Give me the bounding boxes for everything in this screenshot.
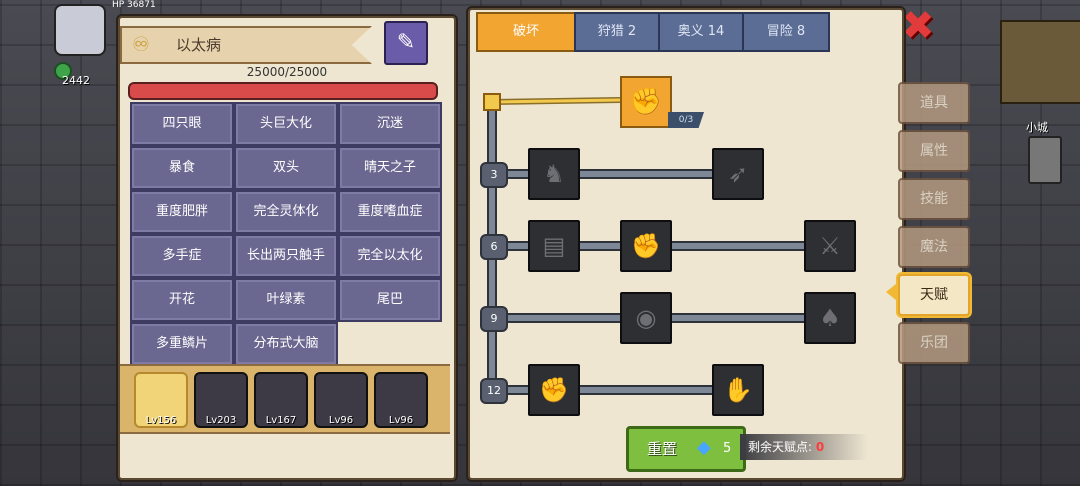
tier-level-4: 12 xyxy=(480,378,508,404)
party-member-level: Lv96 xyxy=(388,415,414,426)
syringe-icon[interactable]: ✎ xyxy=(384,21,428,65)
side-tab-menu[interactable]: 乐团 xyxy=(898,322,970,364)
mutation-item[interactable]: 完全灵体化 xyxy=(234,190,338,234)
party-member[interactable]: Lv167 xyxy=(254,372,308,428)
talent-node-bat[interactable]: ♠ xyxy=(804,292,856,344)
mutation-item[interactable]: 沉迷 xyxy=(338,102,442,146)
blade-icon: ⚔ xyxy=(819,232,841,260)
side-tab-menu[interactable]: 道具 xyxy=(898,82,970,124)
talent-node-fist-raise[interactable]: ✊ xyxy=(528,364,580,416)
mutation-item[interactable]: 多手症 xyxy=(130,234,234,278)
party-member[interactable]: Lv96 xyxy=(374,372,428,428)
party-bar: Lv156 Lv203 Lv167 Lv96 Lv96 xyxy=(120,364,450,434)
minimap-town-label: 小城 xyxy=(1026,121,1048,134)
mutation-item[interactable]: 晴天之子 xyxy=(338,146,442,190)
mutation-item[interactable]: 完全以太化 xyxy=(338,234,442,278)
talent-node-shield[interactable]: ▤ xyxy=(528,220,580,272)
mutation-item[interactable]: 四只眼 xyxy=(130,102,234,146)
mutation-item[interactable]: 双头 xyxy=(234,146,338,190)
talent-root-count: 0/3 xyxy=(668,112,704,128)
party-member-level: Lv96 xyxy=(328,415,354,426)
hp-text: 25000/25000 xyxy=(246,65,328,79)
party-member-level: Lv156 xyxy=(145,415,177,426)
tier-level-1: 3 xyxy=(480,162,508,188)
mutation-item[interactable]: 分布式大脑 xyxy=(234,322,338,366)
disease-name: 以太病 xyxy=(176,36,222,54)
muscle-icon: ♞ xyxy=(543,160,565,188)
mutation-item[interactable]: 叶绿素 xyxy=(234,278,338,322)
party-member-level: Lv203 xyxy=(205,415,237,426)
dash-icon: ➶ xyxy=(727,160,749,188)
party-member[interactable]: Lv203 xyxy=(194,372,248,428)
mutation-item[interactable]: 尾巴 xyxy=(338,278,442,322)
player-hp-label: HP 36871 xyxy=(112,0,156,10)
remaining-value: 0 xyxy=(815,440,825,454)
player-avatar[interactable] xyxy=(54,4,106,56)
talent-node-fist-punch[interactable]: ✊ xyxy=(620,220,672,272)
party-member-level: Lv167 xyxy=(265,415,297,426)
character-panel: ♾ 以太病 ✎ 25000/25000 四只眼 头巨大化 沉迷暴食 双头 晴天之子重度肥… xyxy=(118,16,456,480)
tier-level-3: 9 xyxy=(480,306,508,332)
side-tab-menu[interactable]: 天赋 xyxy=(898,274,970,316)
mutation-item[interactable]: 长出两只触手 xyxy=(234,234,338,278)
talent-node-dash[interactable]: ➶ xyxy=(712,148,764,200)
reset-button[interactable]: 重置 ◆ 5 xyxy=(626,426,746,472)
party-member[interactable]: Lv156 xyxy=(134,372,188,428)
talent-node-strength[interactable]: ♞ xyxy=(528,148,580,200)
remaining-label: 剩余天赋点: xyxy=(748,440,813,454)
raised-fist-icon: ✊ xyxy=(539,376,569,404)
bat-icon: ♠ xyxy=(819,304,841,332)
reset-label: 重置 xyxy=(647,440,678,458)
hp-bar xyxy=(128,82,438,100)
mutation-item[interactable]: 重度肥胖 xyxy=(130,190,234,234)
mutation-item[interactable]: 多重鳞片 xyxy=(130,322,234,366)
talent-node-grip[interactable]: ✋ xyxy=(712,364,764,416)
card-icon: ▤ xyxy=(542,232,566,260)
reset-cost: 5 xyxy=(723,441,732,456)
side-tab-menu[interactable]: 属性 xyxy=(898,130,970,172)
punch-icon: ✊ xyxy=(631,232,661,260)
side-tab-menu[interactable]: 魔法 xyxy=(898,226,970,268)
talent-panel: 破坏 狩猎 2 奥义 14 冒险 8 ✊ 0/3 3 6 9 12 ♞ ➶ ▤ ✊ ⚔… xyxy=(468,8,904,480)
ripple-icon: ◉ xyxy=(635,304,657,332)
talent-root-node[interactable]: ✊ xyxy=(620,76,672,128)
diamond-icon: ◆ xyxy=(697,437,711,458)
mutation-item[interactable]: 头巨大化 xyxy=(234,102,338,146)
side-tab-menu[interactable]: 技能 xyxy=(898,178,970,220)
active-tab-arrow-icon xyxy=(886,284,896,300)
coin-count: 2442 xyxy=(62,74,90,87)
party-member[interactable]: Lv96 xyxy=(314,372,368,428)
talent-node-blade[interactable]: ⚔ xyxy=(804,220,856,272)
arm-wrestle-icon: ✊ xyxy=(629,87,663,117)
mutation-item[interactable]: 开花 xyxy=(130,278,234,322)
remaining-points: 剩余天赋点: 0 xyxy=(740,434,868,460)
ether-disease-icon: ♾ xyxy=(132,32,150,56)
mutation-item[interactable]: 暴食 xyxy=(130,146,234,190)
phone-icon[interactable] xyxy=(1028,136,1062,184)
tier-level-2: 6 xyxy=(480,234,508,260)
mutation-item[interactable]: 重度嗜血症 xyxy=(338,190,442,234)
close-icon[interactable]: ✖ xyxy=(900,6,936,46)
talent-node-ripple[interactable]: ◉ xyxy=(620,292,672,344)
grip-icon: ✋ xyxy=(723,376,753,404)
minimap[interactable] xyxy=(1000,20,1080,104)
